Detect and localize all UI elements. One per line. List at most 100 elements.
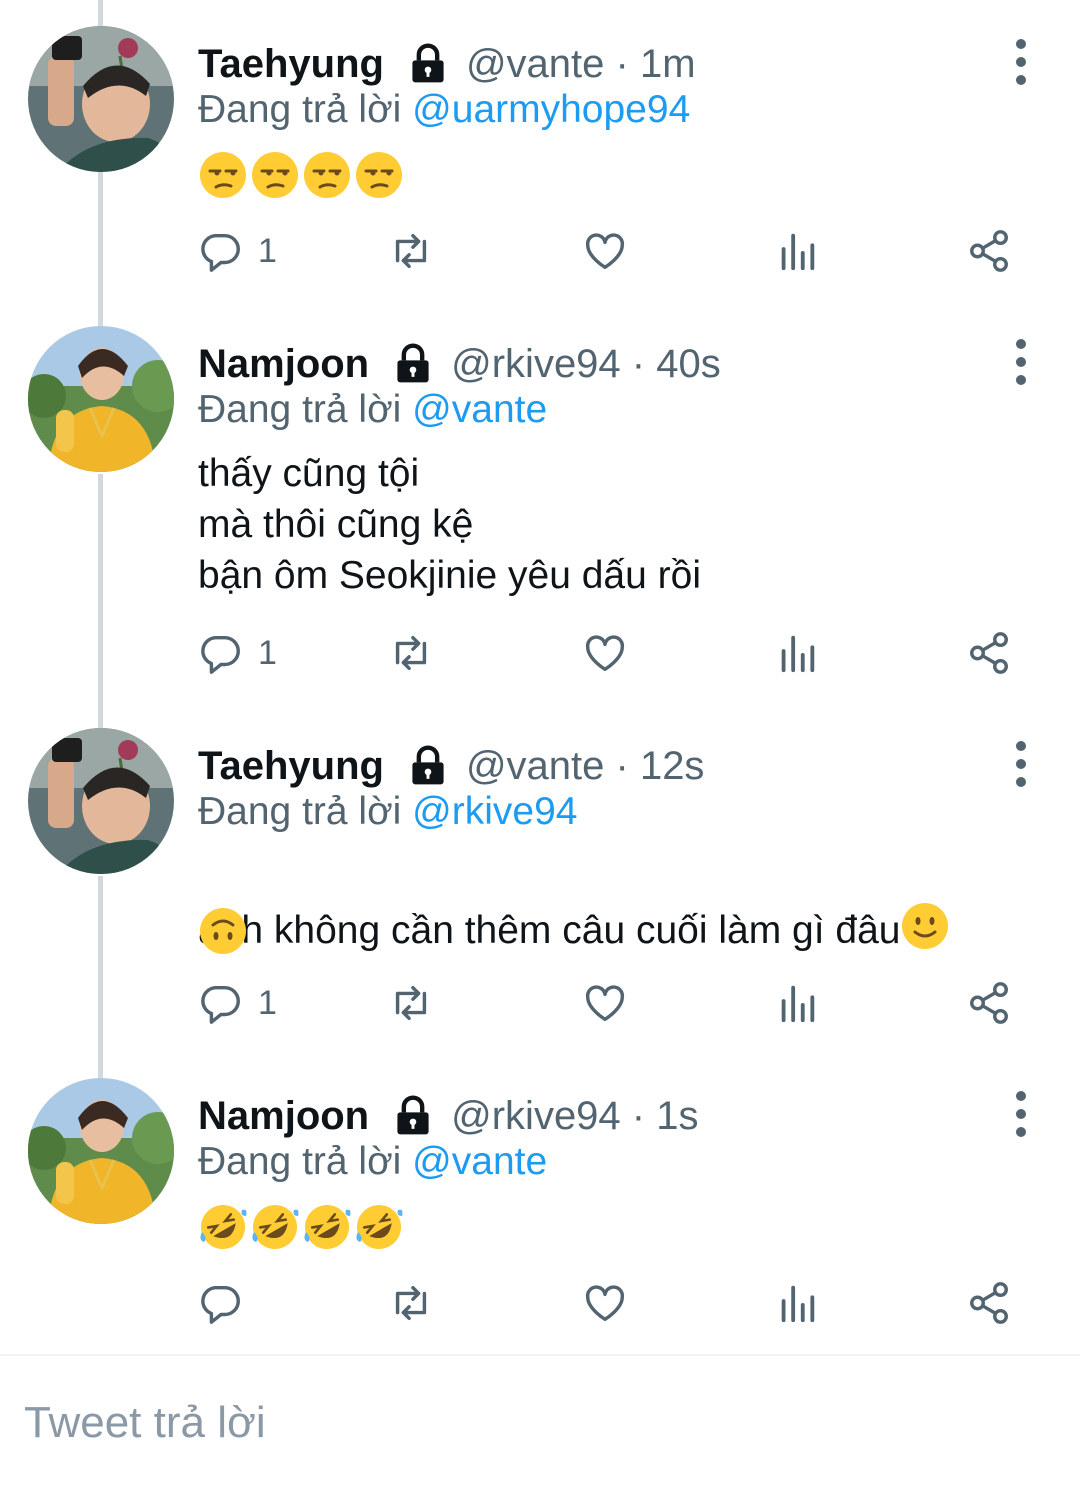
more-options-icon[interactable] [1008, 736, 1034, 792]
share-button[interactable] [966, 630, 1012, 676]
views-button[interactable] [774, 228, 820, 274]
more-options-icon[interactable] [1008, 1086, 1034, 1142]
lock-icon [412, 43, 444, 83]
display-name[interactable]: Taehyung [198, 744, 384, 789]
upside-down-emoji [200, 908, 246, 954]
like-icon [585, 233, 625, 270]
unamused-emoji [304, 152, 350, 198]
avatar-namjoon[interactable] [28, 326, 174, 472]
tweet-actions: 1 [0, 630, 1080, 690]
tweet-actions: 1 [0, 228, 1080, 288]
replying-to: Đang trả lời @vante [198, 1140, 547, 1184]
views-button[interactable] [774, 1280, 820, 1326]
reply-button[interactable] [198, 1280, 258, 1326]
share-button[interactable] [966, 228, 1012, 274]
reply-icon [201, 1285, 240, 1324]
like-button[interactable] [582, 630, 628, 676]
retweet-icon [395, 1285, 427, 1321]
namjoon-avatar-image [28, 1078, 174, 1224]
retweet-button[interactable] [388, 1280, 434, 1326]
composer-divider [0, 1354, 1080, 1356]
more-options-icon[interactable] [1008, 34, 1034, 90]
tweet[interactable]: Namjoon @rkive94 · 1s Đang trả lời @vant… [0, 1078, 1080, 1348]
tweet-text: thấy cũng tội mà thôi cũng kệ bận ôm Seo… [198, 452, 701, 597]
like-icon [585, 635, 625, 672]
unamused-emoji [200, 152, 246, 198]
retweet-button[interactable] [388, 630, 434, 676]
views-button[interactable] [774, 980, 820, 1026]
reply-button[interactable]: 1 [198, 980, 277, 1026]
share-icon [970, 1282, 1008, 1324]
like-button[interactable] [582, 228, 628, 274]
slightly-smiling-emoji [902, 903, 949, 949]
views-button[interactable] [774, 630, 820, 676]
tweet[interactable]: Taehyung @vante · 1m Đang trả lời @uarmy… [0, 26, 1080, 308]
tweet-emoji [198, 150, 404, 200]
reply-icon [201, 233, 240, 272]
reply-button[interactable]: 1 [198, 630, 277, 676]
like-button[interactable] [582, 1280, 628, 1326]
handle-and-time[interactable]: @vante · 12s [466, 744, 705, 789]
retweet-icon [395, 985, 427, 1021]
share-button[interactable] [966, 1280, 1012, 1326]
reply-button[interactable]: 1 [198, 228, 277, 274]
share-icon [970, 982, 1008, 1024]
mention-link[interactable]: @rkive94 [412, 790, 577, 833]
reply-composer-input[interactable]: Tweet trả lời [24, 1398, 266, 1448]
replying-to: Đang trả lời @vante [198, 388, 547, 432]
tweet-header: Namjoon @rkive94 · 1s [198, 1088, 698, 1144]
views-icon [781, 985, 815, 1023]
mention-link[interactable]: @vante [412, 1140, 547, 1183]
like-icon [585, 985, 625, 1022]
lock-icon [412, 745, 444, 785]
retweet-button[interactable] [388, 228, 434, 274]
tweet-header: Taehyung @vante · 1m [198, 36, 696, 92]
tweet-emoji [198, 906, 248, 956]
rofl-emoji [304, 1205, 351, 1249]
rofl-emoji [200, 1205, 247, 1249]
views-icon [781, 635, 815, 673]
replying-prefix: Đang trả lời [198, 388, 413, 431]
reply-icon [201, 985, 240, 1024]
mention-link[interactable]: @vante [412, 388, 547, 431]
lock-icon [397, 1095, 429, 1135]
tweet-text: anh không cần thêm câu cuối làm gì đâu [198, 909, 901, 952]
handle-and-time[interactable]: @rkive94 · 40s [451, 342, 721, 387]
handle-and-time[interactable]: @rkive94 · 1s [451, 1094, 698, 1139]
lock-icon [397, 343, 429, 383]
replying-prefix: Đang trả lời [198, 88, 413, 131]
retweet-icon [395, 635, 427, 671]
share-icon [970, 230, 1008, 272]
avatar-taehyung[interactable] [28, 26, 174, 172]
views-icon [781, 1285, 815, 1323]
replying-to: Đang trả lời @uarmyhope94 [198, 88, 690, 132]
replying-prefix: Đang trả lời [198, 1140, 413, 1183]
like-button[interactable] [582, 980, 628, 1026]
share-button[interactable] [966, 980, 1012, 1026]
tweet-actions [0, 1280, 1080, 1340]
tweet-actions: 1 [0, 980, 1080, 1040]
replying-to: Đang trả lời @rkive94 [198, 790, 577, 834]
tweet[interactable]: Taehyung @vante · 12s Đang trả lời @rkiv… [0, 728, 1080, 1062]
rofl-emoji [356, 1205, 403, 1249]
reply-count: 1 [258, 231, 277, 270]
namjoon-avatar-image [28, 326, 174, 472]
display-name[interactable]: Taehyung [198, 42, 384, 87]
unamused-emoji [252, 152, 298, 198]
display-name[interactable]: Namjoon [198, 1094, 369, 1139]
tweet[interactable]: Namjoon @rkive94 · 40s Đang trả lời @van… [0, 326, 1080, 710]
taehyung-avatar-image [28, 728, 174, 874]
avatar-namjoon[interactable] [28, 1078, 174, 1224]
retweet-icon [395, 233, 427, 269]
unamused-emoji [356, 152, 402, 198]
more-options-icon[interactable] [1008, 334, 1034, 390]
retweet-button[interactable] [388, 980, 434, 1026]
handle-and-time[interactable]: @vante · 1m [466, 42, 696, 87]
reply-count: 1 [258, 633, 277, 672]
tweet-emoji [198, 1202, 404, 1252]
avatar-taehyung[interactable] [28, 728, 174, 874]
display-name[interactable]: Namjoon [198, 342, 369, 387]
thread-line [98, 0, 103, 28]
mention-link[interactable]: @uarmyhope94 [412, 88, 690, 131]
like-icon [585, 1285, 625, 1322]
